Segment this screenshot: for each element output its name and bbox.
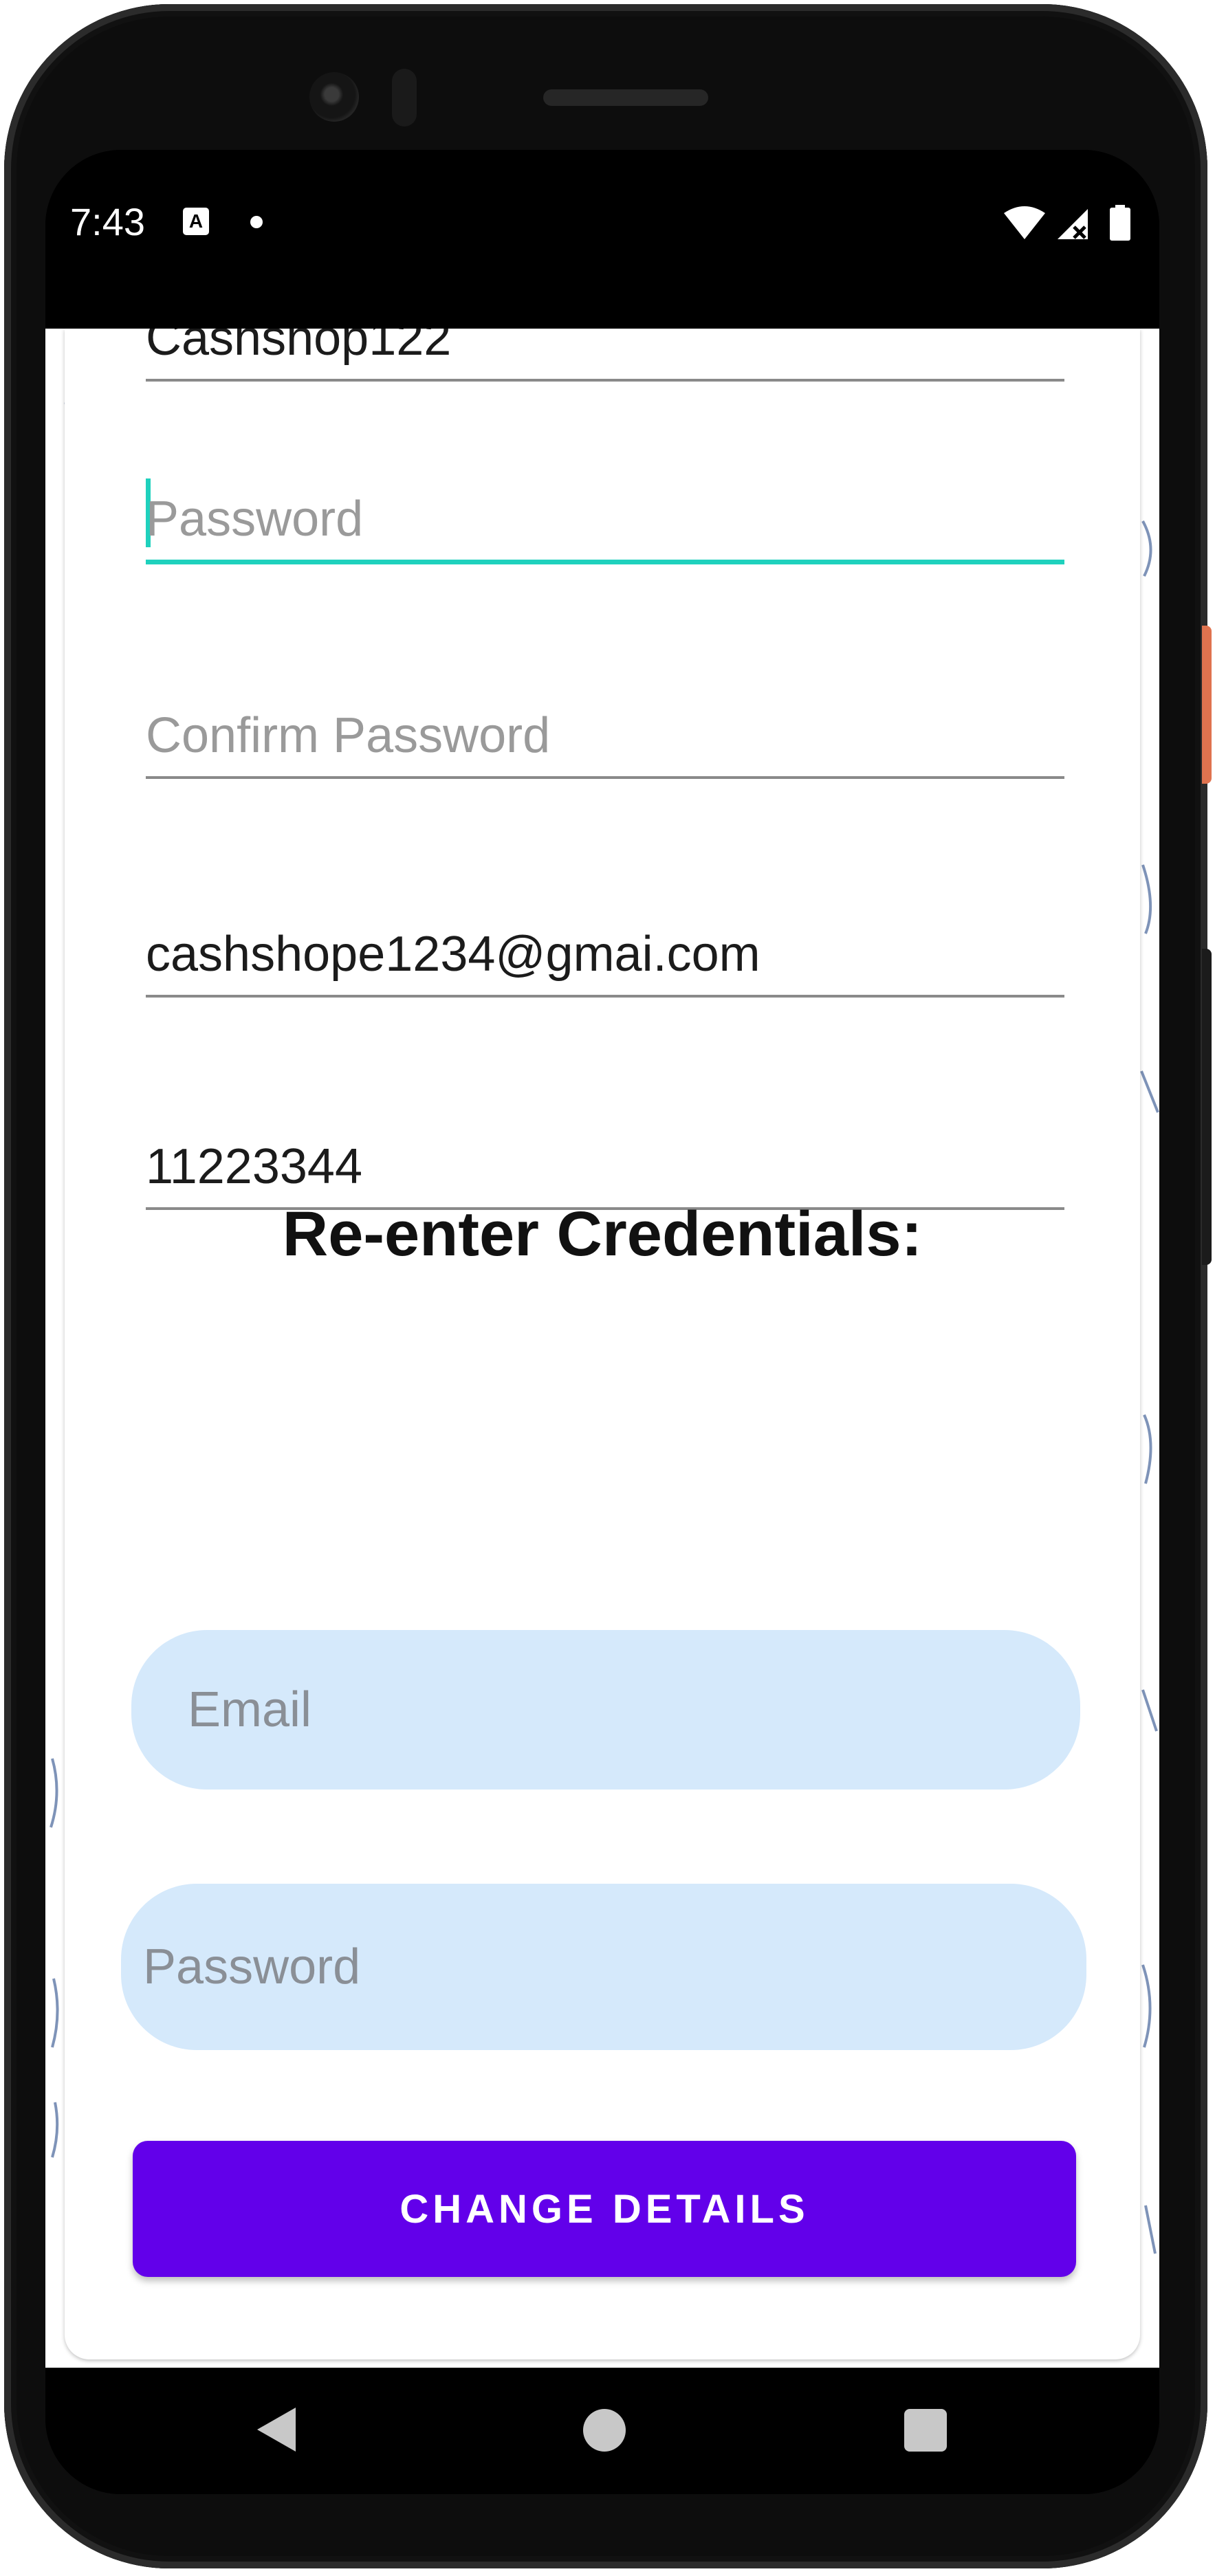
notification-dot-icon bbox=[250, 216, 263, 228]
phone-device: 7:43 A Cashshop122 Password Confirm Pass… bbox=[0, 0, 1215, 2576]
background-doodle-left bbox=[50, 1758, 59, 2158]
front-camera bbox=[309, 72, 359, 122]
screen: 7:43 A Cashshop122 Password Confirm Pass… bbox=[45, 150, 1159, 2494]
volume-button bbox=[1202, 949, 1212, 1265]
reenter-email-placeholder: Email bbox=[188, 1682, 312, 1737]
recents-icon[interactable] bbox=[904, 2409, 947, 2452]
navigation-bar bbox=[45, 2368, 1159, 2494]
status-bar: 7:43 A bbox=[45, 150, 1159, 329]
home-icon[interactable] bbox=[583, 2409, 626, 2452]
reenter-email-input[interactable]: Email bbox=[131, 1630, 1080, 1790]
password-placeholder: Password bbox=[146, 492, 364, 547]
phone-value: 11223344 bbox=[146, 1139, 362, 1194]
status-icons bbox=[1004, 205, 1130, 241]
status-time: 7:43 bbox=[70, 200, 145, 243]
app-content: Cashshop122 Password Confirm Password ca… bbox=[45, 329, 1159, 2368]
email-value: cashshope1234@gmai.com bbox=[146, 927, 760, 982]
form-card: Cashshop122 Password Confirm Password ca… bbox=[65, 329, 1140, 2359]
username-value: Cashshop122 bbox=[146, 329, 452, 366]
battery-icon bbox=[1110, 205, 1130, 241]
reenter-password-input[interactable]: Password bbox=[121, 1884, 1086, 2050]
notification-app-icon: A bbox=[183, 208, 209, 235]
cellular-no-signal-icon bbox=[1058, 209, 1088, 239]
earpiece-speaker bbox=[543, 89, 708, 106]
background-doodle-right bbox=[1140, 520, 1159, 2254]
confirm-password-placeholder: Confirm Password bbox=[146, 708, 551, 763]
change-details-button[interactable]: CHANGE DETAILS bbox=[133, 2141, 1076, 2277]
back-icon[interactable] bbox=[257, 2408, 296, 2452]
wifi-icon bbox=[1004, 206, 1045, 239]
reenter-credentials-heading: Re-enter Credentials: bbox=[282, 1199, 923, 1269]
password-field[interactable]: Password bbox=[146, 478, 1064, 564]
email-field[interactable]: cashshope1234@gmai.com bbox=[146, 926, 1064, 998]
confirm-password-field[interactable]: Confirm Password bbox=[146, 707, 1064, 779]
power-button bbox=[1202, 626, 1212, 784]
username-field[interactable]: Cashshop122 bbox=[146, 329, 1064, 382]
proximity-sensor bbox=[392, 69, 417, 126]
reenter-password-placeholder: Password bbox=[143, 1939, 361, 1994]
